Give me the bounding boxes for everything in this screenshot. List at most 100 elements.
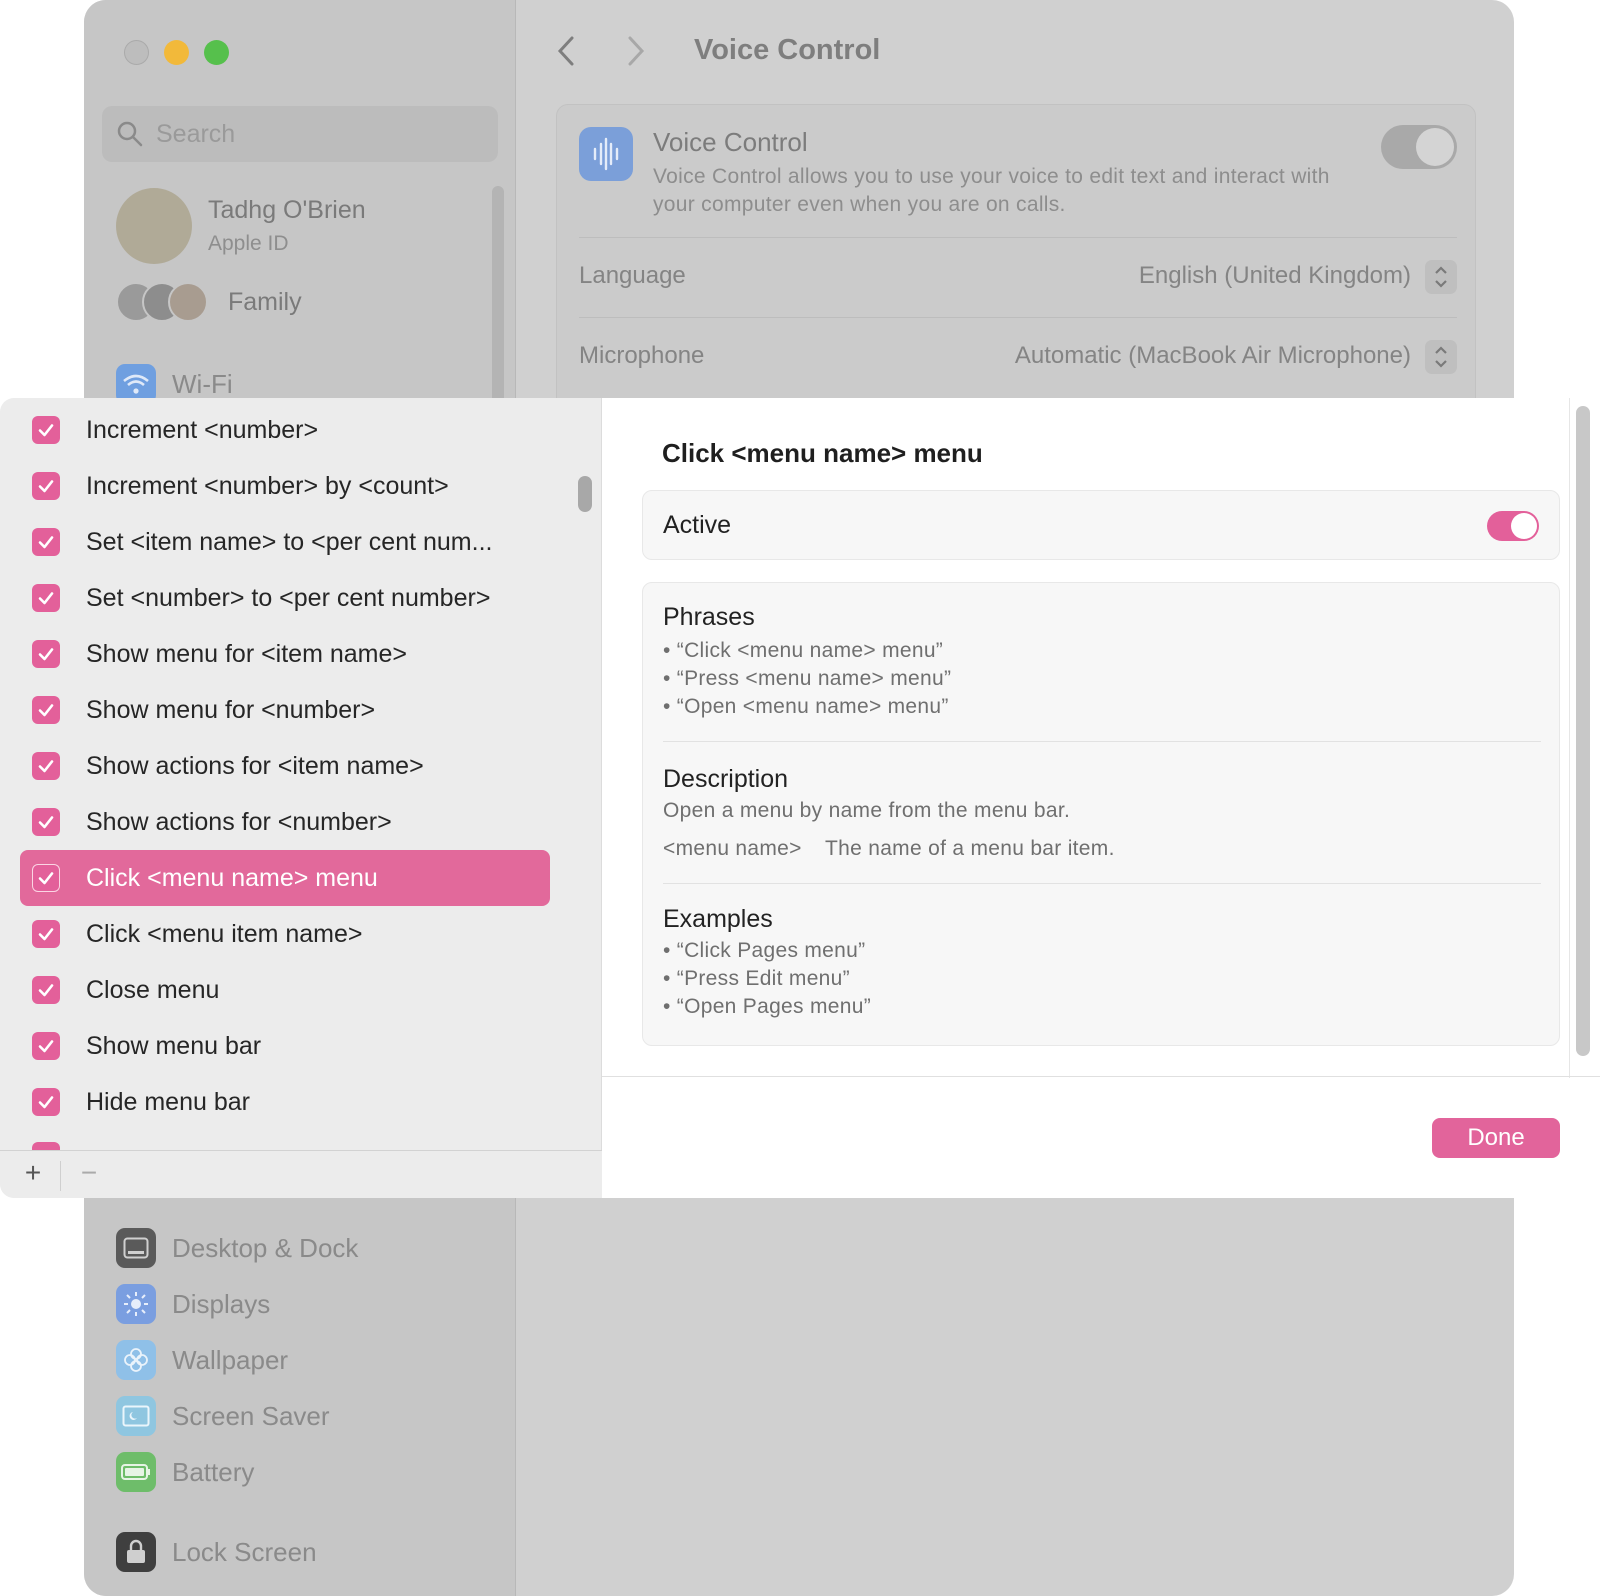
search-field[interactable]: Search — [102, 106, 498, 162]
checkbox-checked-icon[interactable] — [32, 976, 60, 1004]
sidebar-item-lock-screen[interactable]: Lock Screen — [116, 1532, 317, 1572]
family-avatars[interactable] — [116, 282, 216, 322]
command-label: Show menu for <item name> — [86, 639, 407, 668]
sidebar-item-screen-saver[interactable]: Screen Saver — [116, 1396, 330, 1436]
command-label: Set <number> to <per cent number> — [86, 583, 491, 612]
description-text: Open a menu by name from the menu bar. — [663, 799, 1071, 822]
checkbox-checked-icon[interactable] — [32, 472, 60, 500]
checkbox-checked-icon[interactable] — [32, 1088, 60, 1116]
command-row[interactable]: Show actions for <item name> — [20, 738, 550, 794]
parameter-name: <menu name> — [663, 837, 802, 860]
sidebar-item-battery[interactable]: Battery — [116, 1452, 254, 1492]
screen-saver-icon — [116, 1396, 156, 1436]
chevron-up-down-icon[interactable] — [1425, 340, 1457, 374]
command-row[interactable]: Show menu bar — [20, 1018, 550, 1074]
checkbox-checked-icon[interactable] — [32, 528, 60, 556]
battery-icon — [116, 1452, 156, 1492]
parameter-description: The name of a menu bar item. — [825, 837, 1115, 860]
section-divider — [663, 883, 1541, 884]
command-label: Show menu for <number> — [86, 695, 376, 724]
microphone-value: Automatic (MacBook Air Microphone) — [1014, 342, 1411, 369]
command-row[interactable]: Increment <number> — [20, 402, 550, 458]
checkbox-checked-icon[interactable] — [32, 1032, 60, 1060]
command-row[interactable]: Set <number> to <per cent number> — [20, 570, 550, 626]
command-row[interactable]: Hide menu bar — [20, 1074, 550, 1130]
back-button[interactable] — [554, 34, 578, 77]
checkbox-checked-icon[interactable] — [32, 416, 60, 444]
voice-control-card: Voice Control Voice Control allows you t… — [556, 104, 1476, 424]
active-toggle[interactable] — [1487, 511, 1539, 541]
search-placeholder: Search — [156, 120, 236, 148]
detail-scrollbar[interactable] — [1576, 406, 1590, 1056]
commands-list-scrollbar[interactable] — [578, 476, 592, 512]
command-label: Show actions for <item name> — [86, 751, 424, 780]
command-row[interactable]: Show menu for <number> — [20, 682, 550, 738]
command-label: Show actions for <number> — [86, 807, 392, 836]
voice-control-toggle[interactable] — [1381, 125, 1457, 169]
command-label: Increment <number> — [86, 415, 319, 444]
command-row[interactable]: Show actions for <number> — [20, 794, 550, 850]
examples-heading: Examples — [663, 905, 773, 933]
section-divider — [663, 741, 1541, 742]
language-value: English (United Kingdom) — [1138, 262, 1411, 289]
command-detail-pane: Click <menu name> menu Active Phrases • … — [602, 398, 1600, 1198]
phrase-item: • “Open <menu name> menu” — [663, 695, 949, 718]
forward-button[interactable] — [624, 34, 648, 77]
command-row[interactable]: Click <menu item name> — [20, 906, 550, 962]
dialog-bottom-divider — [602, 1076, 1600, 1077]
voice-control-icon — [579, 127, 633, 181]
description-heading: Description — [663, 765, 789, 793]
commands-list[interactable]: Increment <number> Increment <number> by … — [0, 398, 602, 1150]
minimize-window-button[interactable] — [164, 40, 189, 65]
command-label: Increment <number> by <count> — [86, 471, 449, 500]
apple-id-label: Apple ID — [208, 232, 289, 255]
command-label: Click <menu item name> — [86, 919, 363, 948]
flower-icon — [116, 1340, 156, 1380]
maximize-window-button[interactable] — [204, 40, 229, 65]
sidebar-item-wallpaper[interactable]: Wallpaper — [116, 1340, 288, 1380]
dock-icon — [116, 1228, 156, 1268]
microphone-row[interactable]: Microphone Automatic (MacBook Air Microp… — [579, 317, 1457, 395]
voice-control-description: Voice Control allows you to use your voi… — [653, 165, 1330, 216]
remove-command-button[interactable]: − — [73, 1157, 105, 1189]
command-row[interactable]: Set <item name> to <per cent num... — [20, 514, 550, 570]
checkbox-checked-icon[interactable] — [32, 752, 60, 780]
checkbox-checked-icon[interactable] — [32, 920, 60, 948]
lock-icon — [116, 1532, 156, 1572]
command-row[interactable]: Close menu — [20, 962, 550, 1018]
chevron-up-down-icon[interactable] — [1425, 260, 1457, 294]
sidebar-item-desktop-dock[interactable]: Desktop & Dock — [116, 1228, 358, 1268]
command-row[interactable]: Increment <number> by <count> — [20, 458, 550, 514]
language-row[interactable]: Language English (United Kingdom) — [579, 237, 1457, 315]
phrase-item: • “Press <menu name> menu” — [663, 667, 952, 690]
active-row: Active — [642, 490, 1560, 560]
user-name[interactable]: Tadhg O'Brien — [208, 196, 366, 225]
command-info-card: Phrases • “Click <menu name> menu” • “Pr… — [642, 582, 1560, 1046]
footer-separator — [60, 1161, 61, 1191]
sidebar-scrollbar[interactable] — [492, 186, 504, 406]
page-title: Voice Control — [694, 34, 881, 66]
command-row[interactable]: Click <menu name> menu — [20, 850, 550, 906]
done-button[interactable]: Done — [1432, 1118, 1560, 1158]
checkbox-checked-icon[interactable] — [32, 640, 60, 668]
phrases-heading: Phrases — [663, 603, 755, 631]
checkbox-checked-icon[interactable] — [32, 864, 60, 892]
example-item: • “Click Pages menu” — [663, 939, 866, 962]
checkbox-checked-icon[interactable] — [32, 808, 60, 836]
example-item: • “Press Edit menu” — [663, 967, 850, 990]
checkbox-checked-icon[interactable] — [32, 696, 60, 724]
voice-control-title: Voice Control — [653, 127, 808, 157]
phrase-item: • “Click <menu name> menu” — [663, 639, 944, 662]
command-label: Click <menu name> menu — [86, 863, 378, 892]
sidebar-item-displays[interactable]: Displays — [116, 1284, 270, 1324]
add-command-button[interactable]: + — [17, 1157, 49, 1189]
list-footer: + − — [0, 1150, 602, 1198]
example-item: • “Open Pages menu” — [663, 995, 871, 1018]
close-window-button[interactable] — [124, 40, 149, 65]
family-label[interactable]: Family — [228, 288, 302, 317]
command-label: Close menu — [86, 975, 220, 1004]
command-row[interactable]: Show menu for <item name> — [20, 626, 550, 682]
active-label: Active — [663, 511, 732, 539]
checkbox-checked-icon[interactable] — [32, 584, 60, 612]
user-avatar[interactable] — [116, 188, 192, 264]
